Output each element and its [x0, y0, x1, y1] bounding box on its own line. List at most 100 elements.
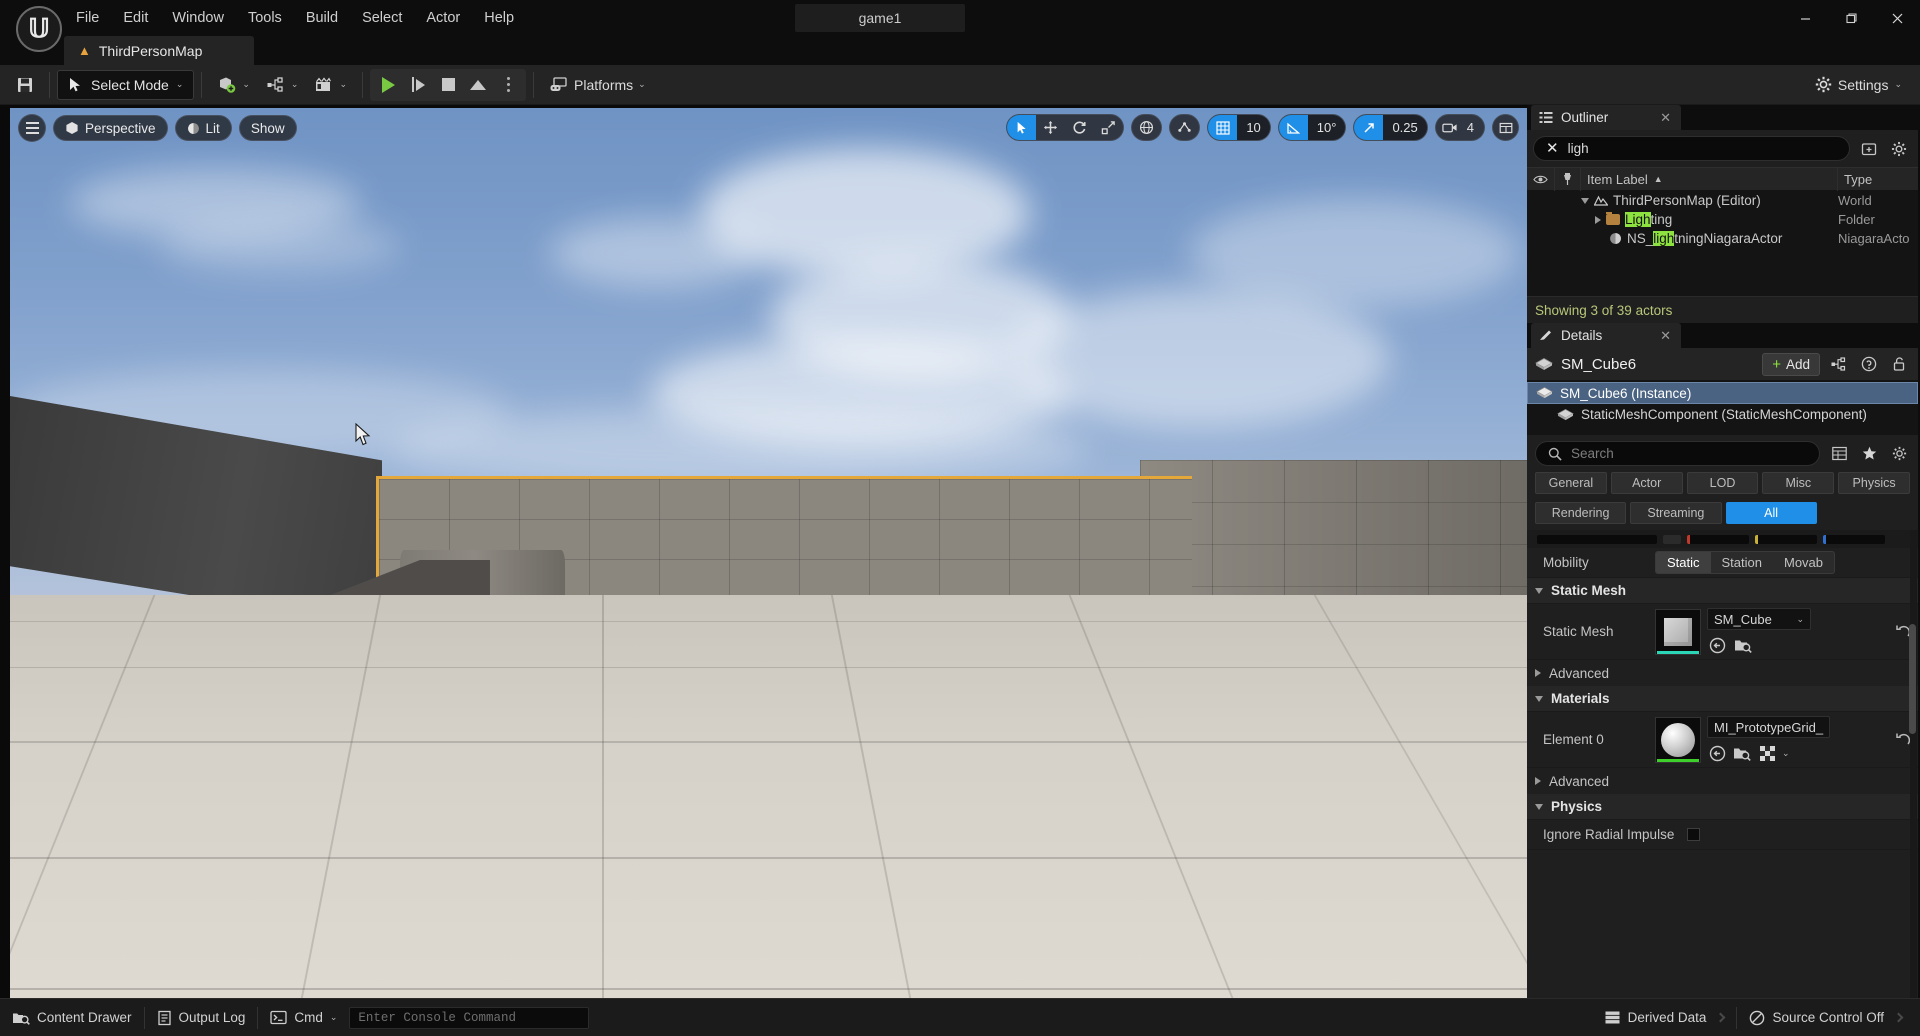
outliner-search-input[interactable]: ✕ ligh	[1533, 136, 1850, 161]
outliner-row-niagara-actor[interactable]: NS_lightningNiagaraActor NiagaraActo	[1527, 229, 1918, 248]
outliner-row-world[interactable]: ThirdPersonMap (Editor) World	[1527, 191, 1918, 210]
chevron-down-icon[interactable]: ⌄	[1782, 748, 1790, 759]
static-mesh-advanced-row[interactable]: Advanced	[1527, 660, 1918, 686]
close-icon[interactable]: ✕	[1642, 328, 1671, 344]
skip-frame-button[interactable]	[404, 71, 432, 99]
play-more-options-button[interactable]	[494, 71, 522, 99]
details-properties-list[interactable]: Mobility Static Station Movab Static Mes…	[1527, 530, 1918, 998]
close-button[interactable]	[1874, 0, 1920, 36]
world-space-button[interactable]	[1132, 115, 1161, 140]
save-button[interactable]	[8, 70, 42, 100]
blueprints-button[interactable]: ⌄	[258, 70, 307, 100]
move-tool-button[interactable]	[1036, 115, 1065, 140]
cmd-button[interactable]: Cmd ⌄	[258, 999, 349, 1036]
cinematics-button[interactable]: ⌄	[306, 70, 355, 100]
level-viewport[interactable]: Perspective Lit Show 10 10° 0.25 4	[10, 108, 1527, 998]
derived-data-button[interactable]: Derived Data	[1592, 999, 1737, 1036]
static-mesh-thumbnail[interactable]	[1655, 608, 1701, 655]
section-physics[interactable]: Physics	[1527, 794, 1918, 820]
filter-chip-general[interactable]: General	[1535, 472, 1607, 494]
maximize-viewport-button[interactable]	[1493, 115, 1518, 140]
menu-item-window[interactable]: Window	[160, 6, 236, 31]
filter-chip-lod[interactable]: LOD	[1686, 472, 1759, 494]
filter-chip-all[interactable]: All	[1725, 502, 1817, 524]
maximize-button[interactable]	[1828, 0, 1874, 36]
surface-snap-button[interactable]	[1170, 115, 1199, 140]
eject-button[interactable]	[464, 71, 492, 99]
settings-gear-icon[interactable]	[1888, 443, 1910, 465]
pin-column-header[interactable]	[1555, 167, 1581, 191]
play-button[interactable]	[374, 71, 402, 99]
camera-speed-value[interactable]: 4	[1465, 115, 1484, 140]
find-in-content-browser-icon[interactable]	[1733, 635, 1753, 655]
static-mesh-asset-dropdown[interactable]: SM_Cube ⌄	[1707, 608, 1811, 630]
expander-open-icon[interactable]	[1581, 197, 1589, 204]
menu-item-file[interactable]: File	[64, 6, 111, 31]
materials-advanced-row[interactable]: Advanced	[1527, 768, 1918, 794]
view-mode-button[interactable]: Lit	[174, 115, 232, 141]
scale-tool-button[interactable]	[1094, 115, 1123, 140]
stop-button[interactable]	[434, 71, 462, 99]
select-mode-dropdown[interactable]: Select Mode ⌄	[57, 69, 195, 100]
filter-chip-actor[interactable]: Actor	[1610, 472, 1683, 494]
details-scrollbar-thumb[interactable]	[1909, 624, 1916, 734]
component-row-staticmesh[interactable]: StaticMeshComponent (StaticMeshComponent…	[1527, 404, 1918, 425]
camera-type-button[interactable]: Perspective	[53, 115, 168, 141]
blueprint-icon[interactable]	[1828, 353, 1850, 375]
unreal-logo-icon[interactable]: 𝕌	[16, 6, 62, 52]
filter-chip-physics[interactable]: Physics	[1838, 472, 1910, 494]
find-in-content-browser-icon[interactable]	[1732, 743, 1752, 763]
ignore-radial-impulse-checkbox[interactable]	[1687, 828, 1700, 841]
rotate-tool-button[interactable]	[1065, 115, 1094, 140]
tab-outliner[interactable]: Outliner ✕	[1531, 105, 1681, 130]
close-icon[interactable]: ✕	[1642, 110, 1671, 126]
grid-snap-toggle[interactable]	[1208, 115, 1238, 140]
menu-item-tools[interactable]: Tools	[236, 6, 294, 31]
transform-row-clipped[interactable]	[1527, 530, 1918, 548]
element0-asset-dropdown[interactable]: MI_PrototypeGrid_	[1707, 716, 1831, 738]
viewport-menu-button[interactable]	[18, 114, 46, 142]
grid-snap-value[interactable]: 10	[1237, 115, 1270, 140]
column-layout-icon[interactable]	[1828, 443, 1850, 465]
quick-add-button[interactable]: ⌄	[209, 70, 258, 100]
checker-material-icon[interactable]	[1757, 743, 1777, 763]
menu-item-edit[interactable]: Edit	[111, 6, 160, 31]
angle-snap-value[interactable]: 10°	[1307, 115, 1346, 140]
save-search-icon[interactable]	[1858, 138, 1880, 160]
output-log-button[interactable]: Output Log	[145, 999, 258, 1036]
mobility-option-movable[interactable]: Movab	[1773, 552, 1834, 573]
settings-button[interactable]: Settings ⌄	[1807, 70, 1910, 100]
menu-item-select[interactable]: Select	[350, 6, 414, 31]
visibility-column-header[interactable]	[1527, 167, 1555, 191]
menu-item-actor[interactable]: Actor	[414, 6, 472, 31]
details-scrollbar-track[interactable]	[1909, 530, 1917, 998]
scale-snap-value[interactable]: 0.25	[1383, 115, 1427, 140]
section-static-mesh[interactable]: Static Mesh	[1527, 578, 1918, 604]
mobility-option-stationary[interactable]: Station	[1711, 552, 1773, 573]
material-thumbnail[interactable]	[1655, 716, 1701, 763]
filter-chip-rendering[interactable]: Rendering	[1535, 502, 1627, 524]
console-command-input[interactable]: Enter Console Command	[349, 1006, 590, 1029]
filter-chip-streaming[interactable]: Streaming	[1630, 502, 1722, 524]
expander-closed-icon[interactable]	[1595, 215, 1601, 224]
settings-gear-icon[interactable]	[1888, 138, 1910, 160]
outliner-row-lighting-folder[interactable]: Lighting Folder	[1527, 210, 1918, 229]
section-materials[interactable]: Materials	[1527, 686, 1918, 712]
angle-snap-toggle[interactable]	[1278, 115, 1308, 140]
menu-item-build[interactable]: Build	[294, 6, 350, 31]
menu-item-help[interactable]: Help	[472, 6, 526, 31]
scale-snap-toggle[interactable]	[1354, 115, 1384, 140]
add-component-button[interactable]: + Add	[1762, 352, 1820, 376]
type-column-header[interactable]: Type	[1838, 167, 1918, 191]
source-control-button[interactable]: Source Control Off	[1737, 999, 1920, 1036]
minimize-button[interactable]	[1782, 0, 1828, 36]
mobility-option-static[interactable]: Static	[1656, 552, 1711, 573]
browse-to-asset-icon[interactable]	[1707, 635, 1727, 655]
item-label-column-header[interactable]: Item Label ▲	[1581, 167, 1838, 191]
show-flags-button[interactable]: Show	[238, 115, 297, 141]
tab-details[interactable]: Details ✕	[1531, 323, 1681, 348]
filter-chip-misc[interactable]: Misc	[1762, 472, 1835, 494]
camera-speed-icon-button[interactable]	[1436, 115, 1465, 140]
content-drawer-button[interactable]: Content Drawer	[0, 999, 144, 1036]
favorites-star-icon[interactable]	[1858, 443, 1880, 465]
